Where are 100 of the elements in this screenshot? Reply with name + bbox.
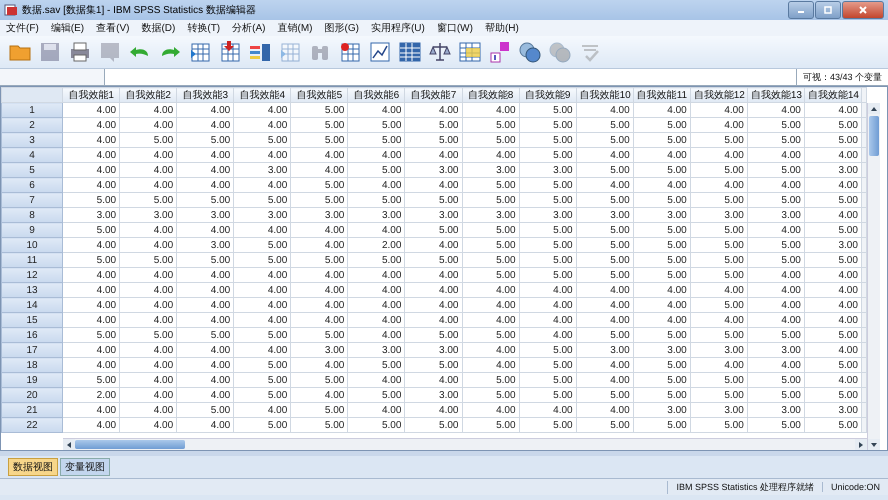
table-cell[interactable]: 5.00	[633, 132, 690, 148]
table-cell[interactable]: 4.00	[519, 298, 576, 312]
table-cell[interactable]: 4.00	[348, 402, 405, 418]
table-cell[interactable]: 5.00	[234, 238, 291, 252]
table-cell[interactable]: 5.00	[804, 132, 862, 148]
table-cell[interactable]: 4.00	[462, 298, 520, 312]
table-icon[interactable]	[458, 40, 482, 64]
table-cell[interactable]: 5.00	[690, 252, 748, 268]
printer-icon[interactable]	[68, 40, 92, 64]
table-cell[interactable]: 4.00	[519, 328, 576, 342]
row-number[interactable]: 21	[2, 402, 63, 418]
table-cell[interactable]: 5.00	[633, 358, 690, 372]
menu-item[interactable]: 窗口(W)	[436, 21, 473, 35]
table-cell[interactable]: 4.00	[62, 282, 120, 298]
table-cell[interactable]: 5.00	[576, 418, 634, 432]
table-cell[interactable]: 4.00	[804, 102, 862, 118]
table-cell[interactable]: 4.00	[176, 148, 234, 162]
table-cell[interactable]: 5.00	[633, 162, 690, 178]
table-cell[interactable]: 4.00	[348, 282, 405, 298]
table-cell[interactable]: 4.00	[348, 298, 405, 312]
table-cell[interactable]: 5.00	[576, 238, 634, 252]
table-cell[interactable]: 5.00	[120, 328, 177, 342]
table-cell[interactable]: 5.00	[519, 192, 576, 208]
table-cell[interactable]: 4.00	[62, 148, 120, 162]
table-cell[interactable]: 4.00	[404, 312, 462, 328]
table-cell[interactable]: 5.00	[690, 268, 748, 282]
table-cell[interactable]: 4.00	[62, 178, 120, 192]
table-cell[interactable]: 5.00	[404, 328, 462, 342]
table-cell[interactable]: 5.00	[404, 118, 462, 132]
table-cell[interactable]: 4.00	[62, 418, 120, 432]
menu-item[interactable]: 帮助(H)	[484, 21, 519, 35]
table-cell[interactable]: 4.00	[290, 282, 348, 298]
table-cell[interactable]: 4.00	[462, 312, 520, 328]
labels-icon[interactable]	[488, 40, 512, 64]
table-cell[interactable]: 5.00	[234, 132, 291, 148]
table-cell[interactable]: 5.00	[348, 358, 405, 372]
table-cell[interactable]: 4.00	[404, 372, 462, 388]
table-cell[interactable]: 5.00	[804, 328, 862, 342]
table-cell[interactable]: 4.00	[176, 298, 234, 312]
table-cell[interactable]: 5.00	[576, 162, 634, 178]
table-cell[interactable]: 4.00	[234, 402, 291, 418]
table-cell[interactable]: 5.00	[120, 132, 177, 148]
table-cell[interactable]: 5.00	[462, 192, 520, 208]
table-cell[interactable]: 5.00	[62, 372, 120, 388]
table-cell[interactable]: 5.00	[633, 238, 690, 252]
table-cell[interactable]: 5.00	[747, 192, 804, 208]
table-cell[interactable]: 3.00	[462, 162, 520, 178]
table-cell[interactable]: 4.00	[633, 312, 690, 328]
row-number[interactable]: 20	[2, 388, 63, 402]
table-cell[interactable]: 4.00	[120, 178, 177, 192]
table-cell[interactable]: 4.00	[290, 312, 348, 328]
table-cell[interactable]: 4.00	[290, 358, 348, 372]
table-icon[interactable]	[398, 40, 422, 64]
table-cell[interactable]: 4.00	[120, 268, 177, 282]
maximize-button[interactable]	[815, 1, 841, 19]
table-cell[interactable]: 3.00	[690, 342, 748, 358]
table-cell[interactable]: 4.00	[176, 358, 234, 372]
column-header[interactable]: 自我效能1	[62, 88, 120, 102]
table-cell[interactable]: 5.00	[519, 268, 576, 282]
scroll-up-button[interactable]	[868, 103, 880, 114]
table-cell[interactable]: 5.00	[519, 102, 576, 118]
table-cell[interactable]: 4.00	[120, 118, 177, 132]
table-cell[interactable]: 4.00	[176, 162, 234, 178]
table-cell[interactable]: 4.00	[176, 282, 234, 298]
column-header[interactable]: 自我效能3	[176, 88, 234, 102]
table-cell[interactable]: 5.00	[690, 162, 748, 178]
table-cell[interactable]: 4.00	[62, 118, 120, 132]
table-cell[interactable]: 5.00	[804, 222, 862, 238]
table-cell[interactable]: 5.00	[633, 418, 690, 432]
table-cell[interactable]: 4.00	[576, 358, 634, 372]
table-cell[interactable]: 4.00	[120, 148, 177, 162]
table-cell[interactable]: 5.00	[348, 162, 405, 178]
menu-item[interactable]: 分析(A)	[232, 21, 266, 35]
table-cell[interactable]: 5.00	[747, 162, 804, 178]
table-cell[interactable]: 5.00	[633, 268, 690, 282]
row-number[interactable]: 8	[2, 208, 63, 222]
table-cell[interactable]: 4.00	[62, 132, 120, 148]
table-cell[interactable]: 5.00	[234, 192, 291, 208]
column-header[interactable]: 自我效能4	[234, 88, 291, 102]
table-cell[interactable]: 5.00	[576, 268, 634, 282]
column-header[interactable]: 自我效能13	[747, 88, 804, 102]
table-cell[interactable]: 4.00	[348, 178, 405, 192]
table-cell[interactable]: 5.00	[62, 328, 120, 342]
table-cell[interactable]: 5.00	[576, 328, 634, 342]
table-cell[interactable]: 4.00	[348, 102, 405, 118]
table-cell[interactable]: 4.00	[120, 312, 177, 328]
table-cell[interactable]: 4.00	[290, 298, 348, 312]
row-number[interactable]: 12	[2, 268, 63, 282]
table-cell[interactable]: 5.00	[234, 328, 291, 342]
table-cell[interactable]: 3.00	[747, 342, 804, 358]
table-cell[interactable]: 4.00	[576, 282, 634, 298]
menu-item[interactable]: 编辑(E)	[50, 21, 84, 35]
table-cell[interactable]: 3.00	[576, 342, 634, 358]
table-cell[interactable]: 5.00	[176, 328, 234, 342]
table-cell[interactable]: 4.00	[576, 312, 634, 328]
table-cell[interactable]: 3.00	[519, 162, 576, 178]
row-number[interactable]: 14	[2, 298, 63, 312]
table-cell[interactable]: 5.00	[633, 388, 690, 402]
table-cell[interactable]: 5.00	[290, 132, 348, 148]
table-cell[interactable]: 4.00	[62, 298, 120, 312]
